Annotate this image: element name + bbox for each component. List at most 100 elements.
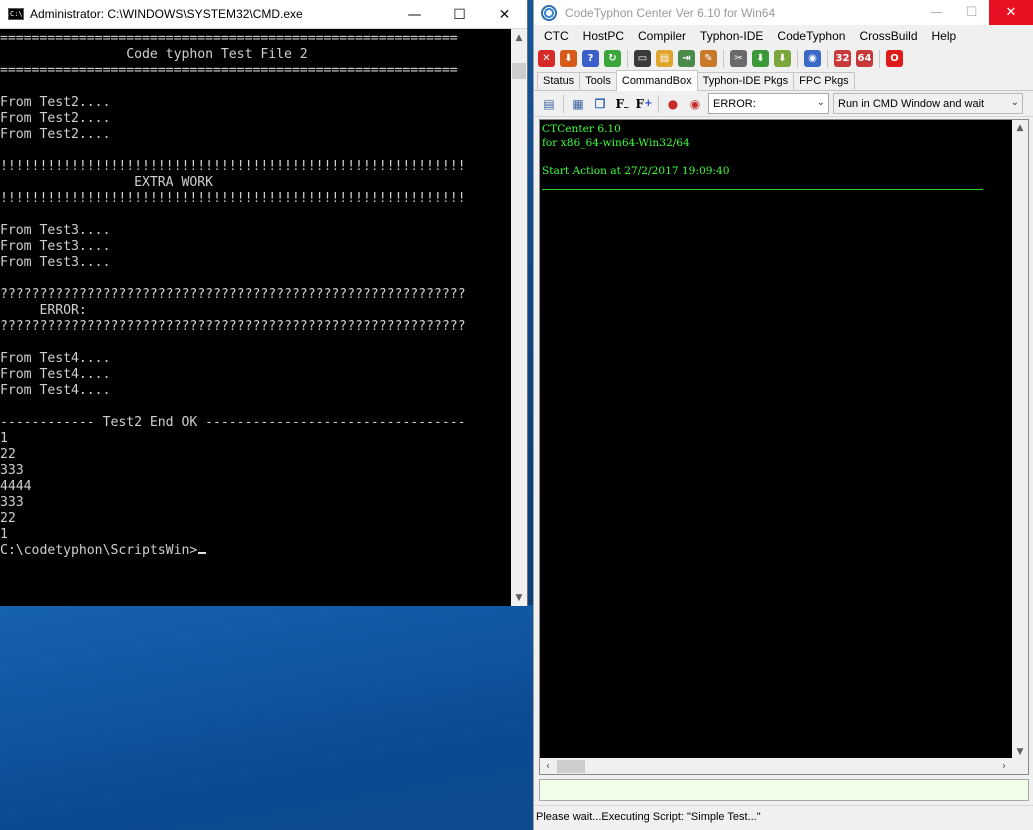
commandbox-toolbar: ▤ ▦ ❐ F _ F + ● ◉ ERROR: ⌄ Run in CMD Wind…: [534, 91, 1033, 117]
cmd-output-line: 1: [0, 527, 8, 542]
install-icon[interactable]: ⬇: [752, 50, 769, 67]
console-line: for x86_64-win64-Win32/64: [542, 137, 690, 149]
scroll-up-arrow-icon[interactable]: ▲: [1012, 120, 1028, 136]
download-icon[interactable]: ⬇: [560, 50, 577, 67]
font-decrease-button[interactable]: F _: [613, 96, 631, 112]
network-icon[interactable]: ◉: [804, 50, 821, 67]
filter-combobox[interactable]: ERROR: ⌄: [708, 93, 829, 114]
cmd-output-line: From Test4....: [0, 351, 111, 366]
opera-icon[interactable]: O: [886, 50, 903, 67]
menu-item-crossbuild[interactable]: CrossBuild: [852, 29, 924, 43]
console-vertical-scrollbar[interactable]: ▲ ▼: [1012, 120, 1028, 760]
cmd-output-line: From Test4....: [0, 383, 111, 398]
cmd-output-line: ------------ Test2 End OK --------------…: [0, 415, 466, 430]
toolbar-separator: [827, 49, 828, 68]
minimize-button[interactable]: —: [392, 0, 437, 29]
cmd-output-line: From Test3....: [0, 223, 111, 238]
command-input[interactable]: [539, 779, 1029, 801]
cmd-prompt-line[interactable]: C:\codetyphon\ScriptsWin>: [0, 543, 511, 559]
find-icon[interactable]: ●: [664, 96, 682, 112]
tab-commandbox[interactable]: CommandBox: [615, 70, 698, 91]
find-next-icon[interactable]: ◉: [686, 96, 704, 112]
scroll-left-arrow-icon[interactable]: ‹: [540, 758, 556, 774]
tools-icon[interactable]: ✂: [730, 50, 747, 67]
maximize-button[interactable]: ☐: [437, 0, 482, 29]
desktop-background: [0, 605, 533, 830]
toolbar-separator: [879, 49, 880, 68]
tab-tools[interactable]: Tools: [579, 72, 617, 90]
terminal-icon[interactable]: ▭: [634, 50, 651, 67]
save-icon[interactable]: ▦: [569, 96, 587, 112]
scroll-thumb[interactable]: [512, 63, 526, 79]
cmd-output-line: From Test3....: [0, 239, 111, 254]
cmd-output-line: ERROR:: [0, 303, 87, 318]
cmd-output-line: !!!!!!!!!!!!!!!!!!!!!!!!!!!!!!!!!!!!!!!!…: [0, 159, 466, 174]
status-bar: Please wait...Executing Script: "Simple …: [534, 805, 1033, 830]
stop-icon[interactable]: ✕: [538, 50, 555, 67]
copy-icon[interactable]: ❐: [591, 96, 609, 112]
cmd-output-line: Code typhon Test File 2: [0, 47, 308, 62]
commandbox-console[interactable]: CTCenter 6.10 for x86_64-win64-Win32/64 St…: [539, 119, 1029, 775]
cmd-output-line: [0, 271, 511, 287]
font-increase-button[interactable]: F +: [635, 96, 653, 112]
menu-item-ctc[interactable]: CTC: [537, 29, 576, 43]
cmd-output-line: ========================================…: [0, 63, 458, 78]
cmd-output-line: [0, 399, 511, 415]
codetyphon-window-controls: — ☐ ✕: [919, 0, 1033, 25]
print-icon[interactable]: ▤: [540, 96, 558, 112]
tab-fpc-pkgs[interactable]: FPC Pkgs: [793, 72, 855, 90]
package-icon[interactable]: ⬇: [774, 50, 791, 67]
cmd-output[interactable]: ========================================…: [0, 29, 511, 606]
cmd-output-line: ========================================…: [0, 31, 458, 46]
scroll-right-arrow-icon[interactable]: ›: [996, 758, 1012, 774]
menu-item-help[interactable]: Help: [925, 29, 964, 43]
cmd-output-line: 22: [0, 511, 16, 526]
tab-typhon-ide-pkgs[interactable]: Typhon-IDE Pkgs: [696, 72, 795, 90]
cmd-output-line: From Test2....: [0, 111, 111, 126]
cmd-titlebar[interactable]: C:\ Administrator: C:\WINDOWS\SYSTEM32\C…: [0, 0, 527, 29]
help-icon[interactable]: ?: [582, 50, 599, 67]
cmd-scrollbar[interactable]: ▲ ▼: [511, 29, 527, 606]
menu-item-compiler[interactable]: Compiler: [631, 29, 693, 43]
toolbar-separator: [658, 94, 659, 113]
build-64-icon[interactable]: 64: [856, 50, 873, 67]
scroll-down-arrow-icon[interactable]: ▼: [511, 589, 527, 606]
refresh-icon[interactable]: ↻: [604, 50, 621, 67]
filter-value: ERROR:: [713, 97, 756, 110]
maximize-button[interactable]: ☐: [954, 0, 989, 25]
console-horizontal-scrollbar[interactable]: ‹ ›: [540, 758, 1028, 774]
folder-icon[interactable]: ▤: [656, 50, 673, 67]
build-32-icon[interactable]: 32: [834, 50, 851, 67]
clean-icon[interactable]: ✎: [700, 50, 717, 67]
cmd-window-controls: — ☐ ✕: [392, 0, 527, 29]
minimize-button[interactable]: —: [919, 0, 954, 25]
cmd-prompt: C:\codetyphon\ScriptsWin>: [0, 543, 198, 558]
exit-icon[interactable]: ⇥: [678, 50, 695, 67]
cmd-output-line: 1: [0, 431, 8, 446]
cmd-output-line: From Test2....: [0, 95, 111, 110]
cmd-output-line: From Test3....: [0, 255, 111, 270]
menu-item-hostpc[interactable]: HostPC: [576, 29, 631, 43]
cmd-output-line: 333: [0, 463, 24, 478]
cmd-output-line: [0, 335, 511, 351]
codetyphon-window-title: CodeTyphon Center Ver 6.10 for Win64: [565, 5, 776, 20]
chevron-down-icon: ⌄: [1010, 97, 1019, 108]
console-line: CTCenter 6.10: [542, 123, 621, 135]
close-button[interactable]: ✕: [482, 0, 527, 29]
scroll-up-arrow-icon[interactable]: ▲: [511, 29, 527, 46]
scroll-thumb[interactable]: [557, 759, 585, 773]
close-button[interactable]: ✕: [989, 0, 1033, 25]
tab-status[interactable]: Status: [537, 72, 581, 90]
cmd-output-line: ????????????????????????????????????????…: [0, 287, 466, 302]
menu-item-typhon-ide[interactable]: Typhon-IDE: [693, 29, 770, 43]
font-increase-label: F: [635, 96, 645, 111]
run-mode-value: Run in CMD Window and wait: [838, 97, 985, 110]
run-mode-combobox[interactable]: Run in CMD Window and wait ⌄: [833, 93, 1023, 114]
codetyphon-titlebar[interactable]: CodeTyphon Center Ver 6.10 for Win64 — ☐…: [534, 0, 1033, 25]
cmd-output-line: 333: [0, 495, 24, 510]
cmd-output-line: From Test2....: [0, 127, 111, 142]
menu-item-codetyphon[interactable]: CodeTyphon: [770, 29, 852, 43]
toolbar-separator: [723, 49, 724, 68]
font-decrease-label: F: [615, 96, 625, 111]
